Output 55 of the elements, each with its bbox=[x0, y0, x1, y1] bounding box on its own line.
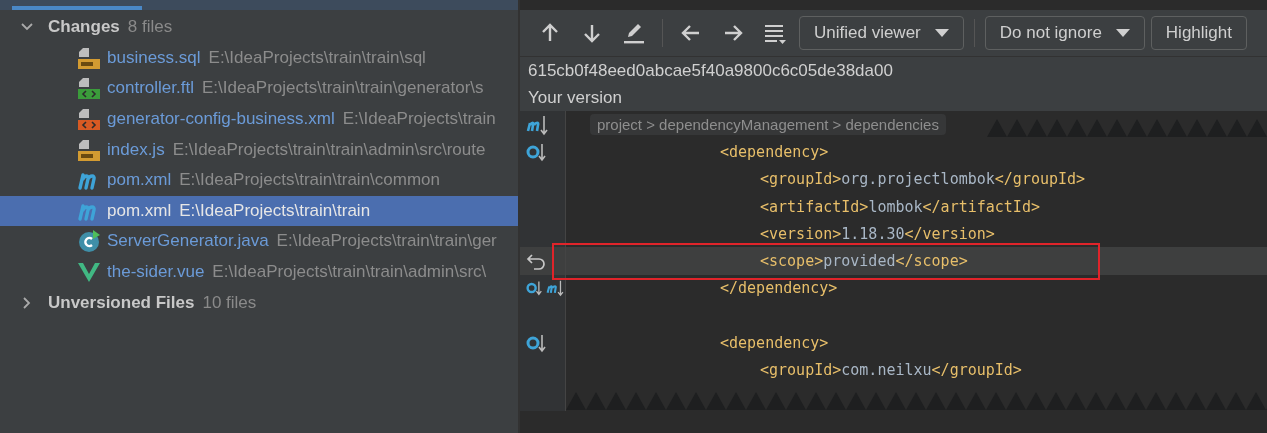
file-row[interactable]: generator-config-business.xml E:\IdeaProjects\train bbox=[0, 103, 518, 135]
file-name: pom.xml bbox=[107, 200, 172, 221]
file-path: E:\IdeaProjects\train\train\generator\s bbox=[201, 78, 484, 99]
dropdown[interactable]: Unified viewer bbox=[799, 16, 964, 50]
file-name: controller.ftl bbox=[107, 78, 194, 99]
code-line: <groupId>com.neilxu</groupId> bbox=[759, 361, 1022, 380]
code-line: <artifactId>lombok</artifactId> bbox=[759, 197, 1040, 216]
file-path: E:\IdeaProjects\train\train bbox=[179, 200, 371, 221]
caret-icon bbox=[934, 29, 949, 37]
code-line: </dependency> bbox=[719, 279, 838, 298]
group-label: Unversioned Files bbox=[48, 292, 195, 313]
file-row[interactable]: ServerGenerator.java E:\IdeaProjects\train\train\ger bbox=[0, 226, 518, 257]
file-count: 8 files bbox=[127, 17, 173, 38]
code-line: <dependency> bbox=[719, 142, 829, 161]
file-name: pom.xml bbox=[107, 170, 172, 191]
code-line: <groupId>org.projectlombok</groupId> bbox=[759, 170, 1086, 189]
file-name: ServerGenerator.java bbox=[107, 231, 269, 252]
caret-icon bbox=[1115, 29, 1130, 37]
file-path: E:\IdeaProjects\train\train\admin\src\ bbox=[212, 262, 487, 283]
file-row[interactable]: pom.xml E:\IdeaProjects\train\train bbox=[0, 195, 518, 227]
group-label: Changes bbox=[48, 17, 120, 38]
file-row[interactable]: controller.ftl E:\IdeaProjects\train\train\generator\s bbox=[0, 73, 518, 104]
file-row[interactable]: business.sql E:\IdeaProjects\train\train\sql bbox=[0, 42, 518, 74]
file-row[interactable]: the-sider.vue E:\IdeaProjects\train\train\admin\src\ bbox=[0, 256, 518, 288]
file-icon bbox=[77, 107, 101, 132]
file-icon bbox=[77, 137, 101, 162]
file-name: business.sql bbox=[107, 47, 201, 68]
dropdown[interactable]: Highlight bbox=[1150, 16, 1247, 50]
file-count: 10 files bbox=[202, 292, 257, 313]
file-path: E:\IdeaProjects\train\train\ger bbox=[276, 231, 497, 252]
code-line: <dependency> bbox=[719, 334, 829, 352]
file-icon bbox=[77, 76, 101, 101]
dropdown[interactable]: Do not ignore bbox=[984, 16, 1145, 50]
file-icon bbox=[77, 45, 101, 70]
file-path: E:\IdeaProjects\train\train\sql bbox=[208, 47, 426, 68]
file-name: index.js bbox=[107, 139, 165, 160]
file-row[interactable]: index.js E:\IdeaProjects\train\train\admin\src\route bbox=[0, 134, 518, 165]
revision-hash: 615cb0f48eed0abcae5f40a9800c6c05de38da00 bbox=[528, 60, 893, 81]
tree-group[interactable]: Unversioned Files 10 files bbox=[0, 287, 518, 318]
pencil-icon bbox=[622, 22, 646, 44]
overriding-marker-icon[interactable] bbox=[526, 332, 548, 354]
file-name: generator-config-business.xml bbox=[107, 109, 335, 130]
version-label: Your version bbox=[528, 87, 622, 108]
class-icon bbox=[77, 229, 101, 254]
arrow-down-icon bbox=[581, 22, 603, 44]
code-line: <version>1.18.30</version> bbox=[759, 224, 995, 243]
revert-icon[interactable] bbox=[526, 251, 548, 272]
code-line: <scope>provided</scope> bbox=[759, 252, 968, 271]
file-row[interactable]: pom.xml E:\IdeaProjects\train\train\common bbox=[0, 164, 518, 196]
tree-group[interactable]: Changes 8 files bbox=[0, 12, 518, 43]
file-path: E:\IdeaProjects\train\train\common bbox=[179, 170, 440, 191]
breadcrumb[interactable]: project > dependencyManagement > dependencies bbox=[590, 114, 946, 136]
file-name: the-sider.vue bbox=[107, 262, 205, 283]
file-path: E:\IdeaProjects\train\train\admin\src\route bbox=[172, 139, 486, 160]
file-path: E:\IdeaProjects\train bbox=[342, 109, 496, 130]
